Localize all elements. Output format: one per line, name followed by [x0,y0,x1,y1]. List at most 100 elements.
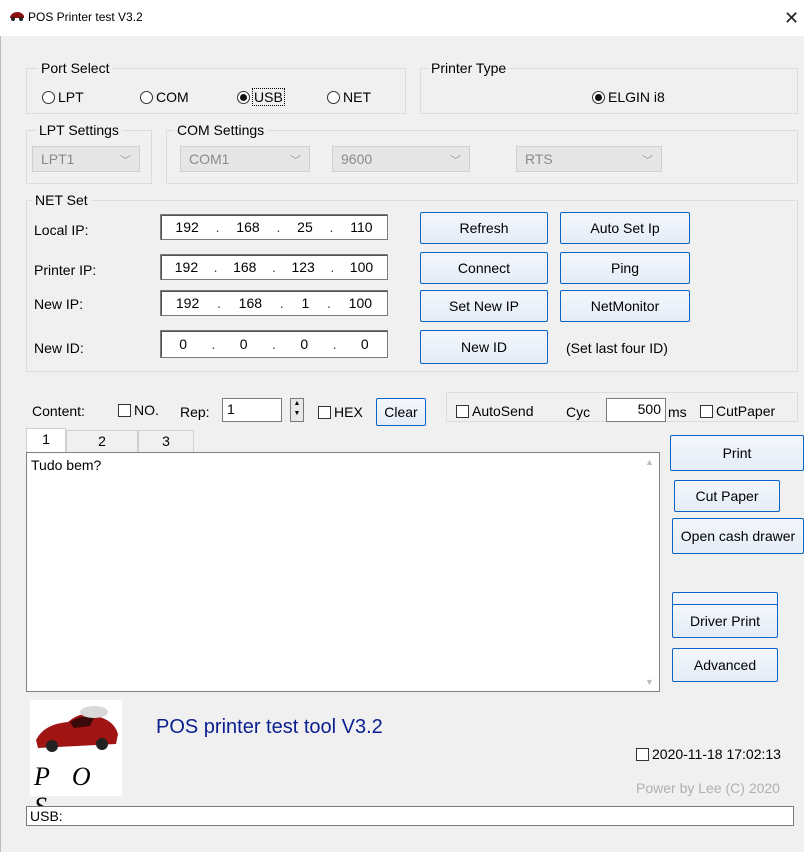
new-id-field[interactable]: 0. 0. 0. 0 [160,330,388,358]
ip-dot: . [217,295,221,311]
open-cash-drawer-button[interactable]: Open cash drawer [672,518,804,554]
radio-lpt-label: LPT [58,89,84,105]
auto-set-ip-button[interactable]: Auto Set Ip [560,212,690,244]
ip-octet[interactable]: 168 [233,259,256,275]
print-button[interactable]: Print [670,435,804,471]
refresh-button[interactable]: Refresh [420,212,548,244]
cut-paper-button[interactable]: Cut Paper [674,480,780,512]
ip-octet[interactable]: 168 [236,219,259,235]
radio-usb-indicator[interactable] [237,90,250,104]
lpt-settings-label: LPT Settings [36,122,122,138]
chevron-down-icon: ﹀ [120,155,131,167]
title-bar: POS Printer test V3.2 ✕ [0,0,804,36]
baud-rate-value: 9600 [341,151,373,167]
ip-octet[interactable]: 1 [301,295,309,311]
new-id-button[interactable]: New ID [420,330,548,364]
radio-com[interactable]: COM [140,89,189,105]
local-ip-field[interactable]: 192. 168. 25. 110 [160,214,388,240]
clear-button[interactable]: Clear [376,398,426,426]
status-bar: USB: [26,806,794,826]
radio-net-indicator[interactable] [327,90,340,104]
editor-text: Tudo bem? [31,457,102,473]
editor-scrollbar[interactable]: ▲ ▼ [642,453,659,691]
printer-car-icon [10,12,24,21]
autosend-checkbox-box[interactable] [456,404,469,418]
ip-octet[interactable]: 25 [297,219,313,235]
tab-3[interactable]: 3 [138,430,194,452]
ping-button[interactable]: Ping [560,252,690,284]
ip-dot: . [215,219,220,235]
ip-octet[interactable]: 192 [175,219,198,235]
hex-checkbox-box[interactable] [318,405,331,419]
tab-2[interactable]: 2 [66,430,138,452]
flow-control-value: RTS [525,151,553,167]
ip-octet[interactable]: 192 [176,295,199,311]
net-set-label: NET Set [32,192,91,208]
radio-usb[interactable]: USB [237,88,285,106]
ms-label: ms [668,404,687,420]
no-checkbox[interactable]: NO. [118,402,159,418]
cutpaper-checkbox[interactable]: CutPaper [700,403,775,419]
id-octet[interactable]: 0 [240,336,248,352]
ip-dot: . [329,219,334,235]
rep-spinner[interactable]: ▲ ▼ [290,398,304,422]
ip-octet[interactable]: 100 [350,259,373,275]
flow-control-select[interactable]: RTS ﹀ [516,146,662,172]
printer-type-label: Printer Type [428,60,510,76]
timestamp-checkbox[interactable]: 2020-11-18 17:02:13 [636,746,781,762]
content-editor[interactable]: Tudo bem? ▲ ▼ [26,452,660,692]
radio-com-label: COM [156,89,189,105]
rep-input[interactable]: 1 [222,398,282,422]
ip-octet[interactable]: 192 [175,259,198,275]
cyc-input[interactable]: 500 [606,398,666,422]
tab-1[interactable]: 1 [26,428,66,452]
id-octet[interactable]: 0 [300,336,308,352]
ip-dot: . [276,219,281,235]
hex-checkbox[interactable]: HEX [318,404,363,420]
radio-elgin-indicator[interactable] [592,90,605,104]
content-label: Content: [32,403,85,419]
close-icon[interactable]: ✕ [784,8,799,29]
port-select-label: Port Select [38,60,113,76]
chevron-down-icon: ﹀ [450,155,461,167]
powered-by-text: Power by Lee (C) 2020 [636,780,780,796]
new-id-label: New ID: [34,340,84,356]
baud-rate-select[interactable]: 9600 ﹀ [332,146,470,172]
driver-print-button[interactable]: Driver Print [672,604,778,638]
ip-dot: . [213,259,218,275]
timestamp-text: 2020-11-18 17:02:13 [652,746,781,762]
ip-dot: . [211,336,216,352]
radio-com-indicator[interactable] [140,90,153,104]
ip-octet[interactable]: 100 [349,295,372,311]
local-ip-label: Local IP: [34,222,89,238]
cutpaper-checkbox-box[interactable] [700,404,713,418]
id-octet[interactable]: 0 [179,336,187,352]
com-port-select[interactable]: COM1 ﹀ [180,146,310,172]
scroll-down-icon[interactable]: ▼ [645,677,654,687]
lpt-port-select[interactable]: LPT1 ﹀ [32,146,140,172]
lpt-port-value: LPT1 [41,151,75,167]
radio-elgin-i8[interactable]: ELGIN i8 [592,89,665,105]
new-ip-field[interactable]: 192. 168. 1. 100 [160,290,388,316]
radio-lpt[interactable]: LPT [42,89,84,105]
ip-octet[interactable]: 168 [239,295,262,311]
autosend-checkbox-label: AutoSend [472,403,534,419]
radio-net[interactable]: NET [327,89,371,105]
timestamp-checkbox-box[interactable] [636,747,649,761]
net-monitor-button[interactable]: NetMonitor [560,290,690,322]
ip-octet[interactable]: 110 [350,219,372,235]
printer-ip-field[interactable]: 192. 168. 123. 100 [160,254,388,280]
id-octet[interactable]: 0 [361,336,369,352]
chevron-down-icon: ﹀ [642,155,653,167]
ip-octet[interactable]: 123 [291,259,314,275]
radio-lpt-indicator[interactable] [42,90,55,104]
no-checkbox-box[interactable] [118,403,131,417]
new-ip-label: New IP: [34,296,84,312]
rep-label: Rep: [180,404,210,420]
scroll-up-icon[interactable]: ▲ [645,457,654,467]
connect-button[interactable]: Connect [420,252,548,284]
pos-logo: P O S [30,700,122,821]
autosend-checkbox[interactable]: AutoSend [456,403,534,419]
advanced-button[interactable]: Advanced [672,648,778,682]
set-new-ip-button[interactable]: Set New IP [420,290,548,322]
